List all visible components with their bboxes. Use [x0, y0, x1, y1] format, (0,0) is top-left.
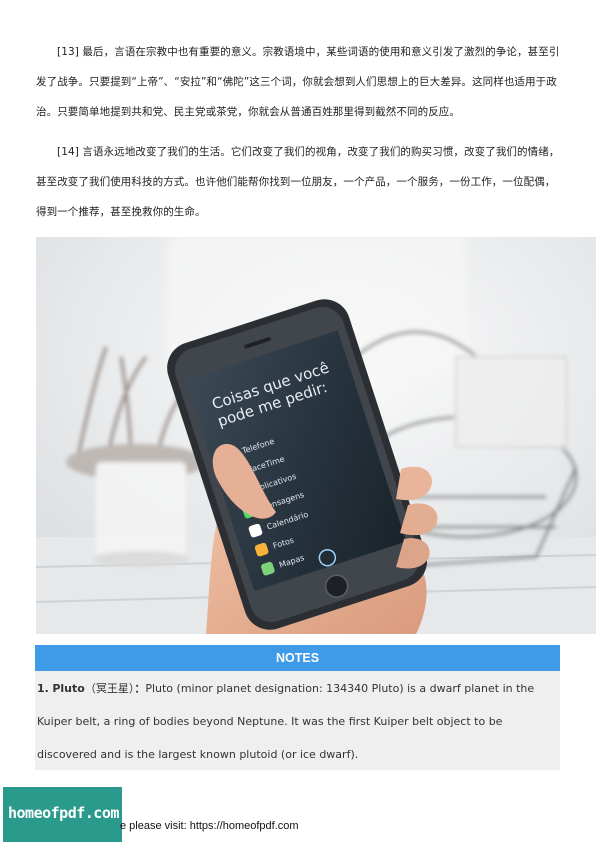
paragraph-number: [13] — [57, 46, 79, 58]
notes-box: NOTES 1. Pluto（冥王星）：Pluto (minor planet … — [35, 645, 560, 770]
homeofpdf-logo[interactable]: homeofpdf.com — [3, 787, 122, 842]
paragraph-13: [13] 最后，言语在宗教中也有重要的意义。宗教语境中，某些词语的使用和意义引发… — [36, 37, 560, 127]
notes-header: NOTES — [35, 645, 560, 671]
note-term: Pluto — [52, 682, 85, 695]
note-term-chinese: （冥王星） — [84, 682, 135, 695]
logo-text: homeofpdf.com — [8, 804, 119, 822]
photo-illustration: Coisas que vocêpode me pedir: Telefone F… — [36, 237, 596, 634]
footer-visit-link[interactable]: e please visit: https://homeofpdf.com — [120, 820, 299, 832]
smartphone-photo: Coisas que vocêpode me pedir: Telefone F… — [36, 237, 596, 634]
paragraph-text: 言语永远地改变了我们的生活。它们改变了我们的视角，改变了我们的购买习惯，改变了我… — [36, 146, 560, 218]
note-colon: ： — [134, 682, 146, 695]
paragraph-text: 最后，言语在宗教中也有重要的意义。宗教语境中，某些词语的使用和意义引发了激烈的争… — [36, 46, 560, 118]
paragraph-14: [14] 言语永远地改变了我们的生活。它们改变了我们的视角，改变了我们的购买习惯… — [36, 137, 560, 227]
note-item: 1. Pluto（冥王星）：Pluto (minor planet design… — [35, 672, 560, 771]
paragraph-number: [14] — [57, 146, 79, 158]
note-number: 1. — [37, 682, 49, 695]
